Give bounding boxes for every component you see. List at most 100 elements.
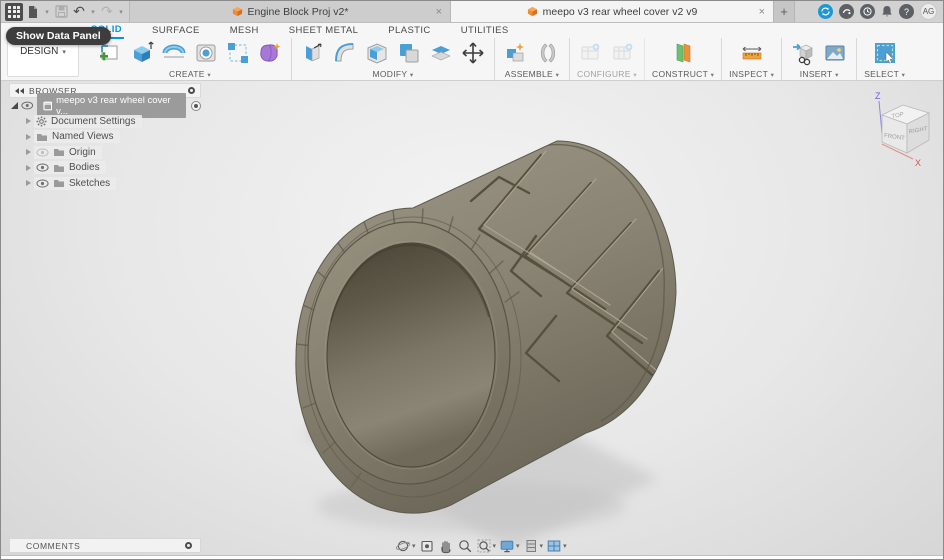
axis-x-label: X (915, 158, 921, 168)
chevron-down-icon[interactable]: ▾ (412, 542, 416, 550)
group-configure: CONFIGURE ▾ (570, 38, 645, 80)
save-icon (54, 5, 68, 18)
group-label-assemble[interactable]: ASSEMBLE ▾ (505, 69, 559, 79)
joint-button[interactable] (534, 39, 562, 67)
look-at-icon (420, 540, 433, 552)
file-menu-button[interactable] (25, 2, 41, 22)
orbit-icon (395, 540, 411, 552)
pan-button[interactable] (438, 538, 454, 554)
tab-mesh[interactable]: MESH (228, 24, 261, 38)
grid-snaps-button[interactable]: ▾ (523, 538, 544, 554)
app-grid-button[interactable] (5, 2, 23, 21)
split-body-icon (431, 46, 451, 61)
chevron-down-icon[interactable]: ▾ (540, 542, 544, 550)
fit-button[interactable]: ▾ (476, 538, 497, 554)
collapse-panel-icon[interactable] (15, 87, 24, 94)
redo-button[interactable]: ↷ (99, 2, 115, 22)
notifications-bell-icon[interactable] (881, 5, 893, 18)
extrude-button[interactable] (128, 39, 156, 67)
visibility-eye-icon[interactable] (21, 101, 34, 110)
tab-plastic[interactable]: PLASTIC (386, 24, 432, 38)
model-viewport[interactable]: BROWSER meepo v3 rear wheel cover v... D… (1, 81, 943, 556)
joint-icon (540, 43, 556, 63)
activate-component-radio[interactable] (191, 100, 202, 111)
insert-derive-button[interactable] (789, 39, 817, 67)
group-insert: INSERT ▾ (782, 38, 858, 80)
hole-button[interactable] (192, 39, 220, 67)
visibility-eye-icon[interactable] (36, 163, 49, 172)
tab-sheet-metal[interactable]: SHEET METAL (287, 24, 361, 38)
comments-panel[interactable]: COMMENTS (9, 538, 201, 553)
configure-button[interactable] (577, 39, 605, 67)
select-button[interactable] (871, 39, 899, 67)
account-avatar[interactable]: AG (920, 3, 937, 20)
shell-button[interactable] (363, 39, 391, 67)
press-pull-button[interactable] (299, 39, 327, 67)
chevron-down-icon[interactable]: ▾ (563, 542, 567, 550)
pattern-button[interactable] (224, 39, 252, 67)
look-at-button[interactable] (419, 538, 435, 554)
browser-item-bodies[interactable]: Bodies (23, 160, 201, 176)
file-menu-caret[interactable]: ▾ (43, 8, 51, 16)
close-tab-icon[interactable]: × (759, 6, 765, 18)
visibility-off-eye-icon[interactable] (36, 148, 49, 157)
display-settings-button[interactable]: ▾ (499, 538, 520, 554)
fillet-button[interactable] (331, 39, 359, 67)
comments-settings-icon[interactable] (185, 542, 192, 549)
document-tab-engine-block[interactable]: Engine Block Proj v2* × (129, 1, 451, 22)
split-body-button[interactable] (427, 39, 455, 67)
history-clock-icon[interactable] (860, 4, 875, 19)
collapsed-arrow-icon[interactable] (26, 133, 31, 140)
new-tab-button[interactable]: + (773, 1, 795, 22)
group-label-inspect[interactable]: INSPECT ▾ (729, 69, 774, 79)
group-label-select[interactable]: SELECT ▾ (864, 69, 905, 79)
configuration-table-button[interactable] (609, 39, 637, 67)
browser-root-item[interactable]: meepo v3 rear wheel cover v... (9, 93, 202, 119)
browser-settings-icon[interactable] (188, 87, 195, 94)
canvas-image-button[interactable] (821, 39, 849, 67)
combine-button[interactable] (395, 39, 423, 67)
new-component-button[interactable] (502, 39, 530, 67)
chevron-down-icon: ▾ (901, 72, 906, 79)
undo-button[interactable]: ↶ (71, 2, 87, 22)
document-tab-meepo-wheel-cover[interactable]: meepo v3 rear wheel cover v2 v9 × (451, 1, 773, 22)
collapsed-arrow-icon[interactable] (26, 164, 31, 171)
redo-caret[interactable]: ▾ (117, 8, 125, 16)
group-label-configure[interactable]: CONFIGURE ▾ (577, 69, 637, 79)
construct-plane-button[interactable] (669, 39, 697, 67)
tab-surface[interactable]: SURFACE (150, 24, 202, 38)
viewports-button[interactable]: ▾ (546, 538, 567, 554)
tab-utilities[interactable]: UTILITIES (459, 24, 511, 38)
tab-bar: ▾ ↶ ▾ ↷ ▾ Engine Block Proj v2* × meepo … (1, 1, 943, 23)
browser-item-sketches[interactable]: Sketches (23, 176, 201, 192)
undo-caret[interactable]: ▾ (89, 8, 97, 16)
revolve-button[interactable] (160, 39, 188, 67)
save-button[interactable] (53, 2, 69, 22)
axis-z-label: Z (875, 91, 881, 101)
sync-arrows-icon (821, 7, 830, 16)
job-status-icon[interactable] (839, 4, 854, 19)
extensions-icon[interactable] (818, 4, 833, 19)
expanded-arrow-icon[interactable] (11, 102, 18, 110)
browser-item-named-views[interactable]: Named Views (23, 129, 201, 145)
browser-item-origin[interactable]: Origin (23, 145, 201, 161)
collapsed-arrow-icon[interactable] (26, 149, 31, 156)
orbit-button[interactable]: ▾ (395, 538, 416, 554)
create-form-button[interactable] (256, 39, 284, 67)
group-label-modify[interactable]: MODIFY ▾ (373, 69, 414, 79)
collapsed-arrow-icon[interactable] (26, 118, 31, 125)
move-button[interactable] (459, 39, 487, 67)
group-label-create[interactable]: CREATE ▾ (169, 69, 211, 79)
workspace-label: DESIGN (20, 46, 59, 57)
chevron-down-icon[interactable]: ▾ (516, 542, 520, 550)
visibility-eye-icon[interactable] (36, 179, 49, 188)
close-tab-icon[interactable]: × (436, 6, 442, 18)
chevron-down-icon[interactable]: ▾ (493, 542, 497, 550)
measure-button[interactable] (738, 39, 766, 67)
group-label-construct[interactable]: CONSTRUCT ▾ (652, 69, 714, 79)
view-cube[interactable]: Z TOP FRONT RIGHT X (855, 87, 941, 171)
help-icon[interactable]: ? (899, 4, 914, 19)
group-label-insert[interactable]: INSERT ▾ (800, 69, 839, 79)
collapsed-arrow-icon[interactable] (26, 180, 31, 187)
zoom-button[interactable] (457, 538, 473, 554)
